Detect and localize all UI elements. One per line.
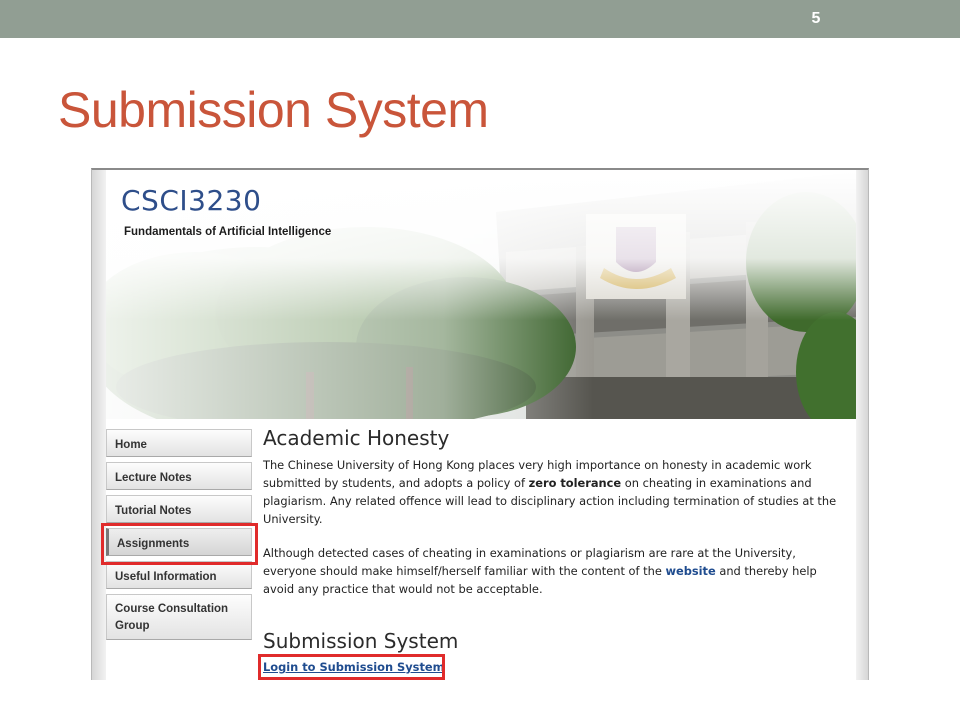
slide-top-bar: 5	[0, 0, 960, 38]
academic-honesty-heading: Academic Honesty	[263, 426, 450, 450]
course-code: CSCI3230	[121, 184, 262, 217]
website-screenshot: CSCI3230 Fundamentals of Artificial Inte…	[91, 168, 869, 680]
slide-title: Submission System	[58, 82, 489, 138]
sidebar-item-label: Assignments	[117, 538, 190, 550]
sidebar-item-tutorial-notes[interactable]: Tutorial Notes	[106, 495, 252, 523]
sidebar-item-home[interactable]: Home	[106, 429, 252, 457]
frame-edge-left	[92, 170, 106, 680]
login-submission-system-link[interactable]: Login to Submission System	[263, 660, 445, 674]
frame-edge-right	[856, 170, 868, 680]
academic-honesty-paragraph-2: Although detected cases of cheating in e…	[263, 544, 843, 598]
sidebar-item-course-consultation-group[interactable]: Course Consultation Group	[106, 594, 252, 640]
sidebar-nav: Home Lecture Notes Tutorial Notes Assign…	[106, 429, 252, 645]
sidebar-item-label: Lecture Notes	[115, 472, 192, 484]
zero-tolerance-text: zero tolerance	[528, 476, 622, 490]
main-content: Academic Honesty The Chinese University …	[263, 425, 843, 676]
submission-system-heading: Submission System	[263, 629, 459, 653]
sidebar-item-label: Course Consultation Group	[115, 603, 229, 632]
academic-honesty-paragraph-1: The Chinese University of Hong Kong plac…	[263, 456, 843, 528]
sidebar-item-label: Useful Information	[115, 571, 217, 583]
sidebar-item-useful-information[interactable]: Useful Information	[106, 561, 252, 589]
website-link[interactable]: website	[665, 564, 715, 578]
sidebar-item-label: Tutorial Notes	[115, 505, 192, 517]
sidebar-item-label: Home	[115, 439, 147, 451]
course-name: Fundamentals of Artificial Intelligence	[124, 226, 332, 238]
sidebar-item-assignments[interactable]: Assignments	[106, 528, 252, 556]
slide-number: 5	[811, 10, 821, 27]
sidebar-item-lecture-notes[interactable]: Lecture Notes	[106, 462, 252, 490]
course-banner: CSCI3230 Fundamentals of Artificial Inte…	[106, 172, 856, 419]
